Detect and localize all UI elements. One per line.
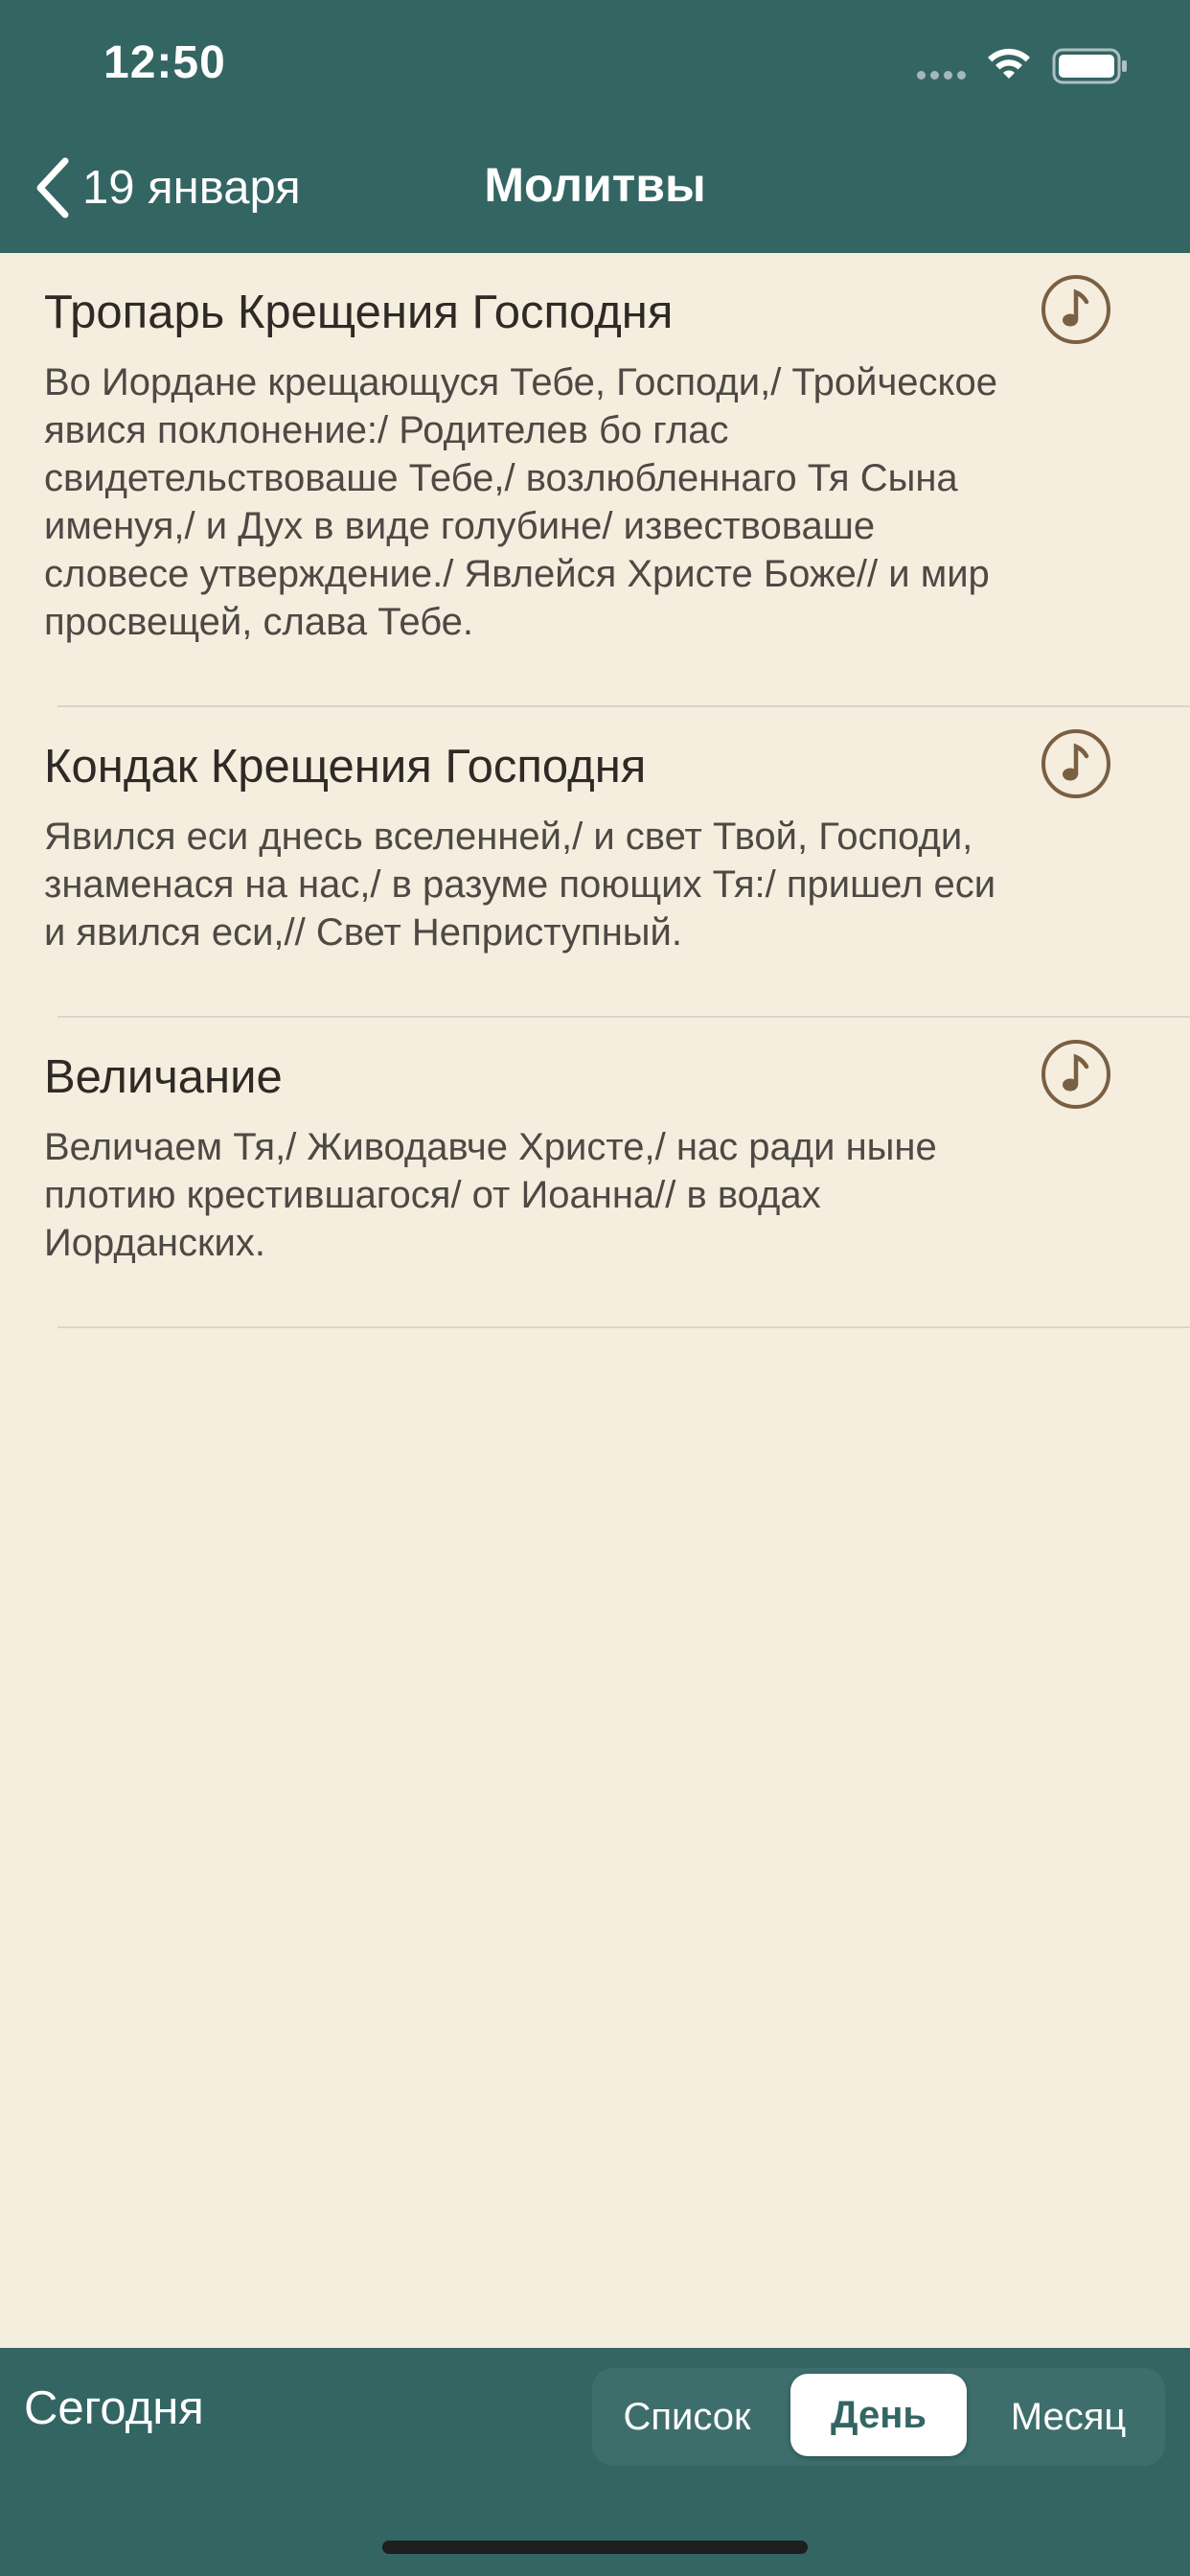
segment-day[interactable]: День [790,2374,967,2456]
prayer-text-line: Иорданских. [44,1222,265,1264]
prayer-text: Во Иордане крещающуся Тебе, Господи,/ Тр… [44,358,1108,646]
signal-dots-icon [917,71,966,80]
battery-icon [1052,48,1127,84]
prayer-text-line: знаменася на нас,/ в разуме поющих Тя:/ … [44,863,996,906]
prayer-text-line: Явился еси днесь вселенней,/ и свет Твой… [44,816,973,858]
prayer-text: Явился еси днесь вселенней,/ и свет Твой… [44,813,1108,956]
prayer-title: Тропарь Крещения Господня [44,287,674,338]
page-title: Молитвы [484,158,706,212]
today-button[interactable]: Сегодня [24,2381,204,2435]
wifi-icon [988,48,1030,79]
prayer-text-line: просвещей, слава Тебе. [44,601,474,643]
segment-month[interactable]: Месяц [972,2368,1165,2466]
music-note-icon[interactable] [1041,728,1111,799]
prayer-text: Величаем Тя,/ Живодавче Христе,/ нас рад… [44,1123,1108,1267]
prayer-text-line: словесе утверждение./ Явлейся Христе Бож… [44,553,990,595]
prayer-text-line: Величаем Тя,/ Живодавче Христе,/ нас рад… [44,1126,937,1168]
prayer-text-line: свидетельствоваше Тебе,/ возлюбленнаго Т… [44,457,958,499]
view-mode-segmented-control: Список День Месяц [592,2368,1165,2466]
home-indicator [382,2541,808,2554]
separator [57,705,1190,707]
prayer-title: Величание [44,1051,283,1103]
header: 12:50 19 января Молитвы [0,0,1190,253]
segment-list[interactable]: Список [592,2368,782,2466]
prayer-text-line: и явился еси,// Свет Неприступный. [44,911,683,954]
prayer-text-line: явися поклонение:/ Родителев бо глас [44,409,729,451]
prayer-text-line: плотию крестившагося/ от Иоанна// в вода… [44,1174,821,1216]
separator [57,1016,1190,1018]
prayer-title: Кондак Крещения Господня [44,741,647,793]
app-screen: 12:50 19 января Молитвы Тропарь Крещения… [0,0,1190,2576]
music-note-icon[interactable] [1041,1039,1111,1110]
music-note-icon[interactable] [1041,274,1111,345]
status-time: 12:50 [103,37,226,88]
prayer-text-line: Во Иордане крещающуся Тебе, Господи,/ Тр… [44,361,997,403]
prayer-text-line: именуя,/ и Дух в виде голубине/ извество… [44,505,876,547]
separator [57,1326,1190,1328]
